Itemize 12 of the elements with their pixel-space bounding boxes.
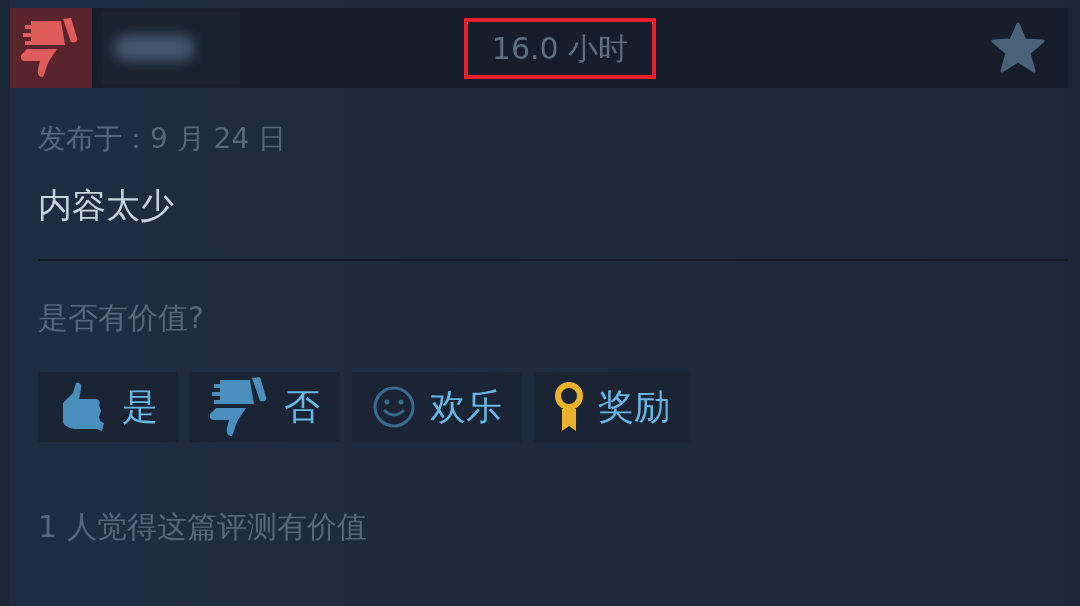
helpful-count: 1 人觉得这篇评测有价值 — [38, 508, 368, 546]
vote-button[interactable]: 欢乐 — [352, 372, 522, 442]
vote-button[interactable]: 奖励 — [534, 372, 690, 442]
helpful-prompt: 是否有价值? — [38, 299, 205, 337]
vote-button[interactable]: 否 — [190, 372, 340, 442]
vote-button[interactable]: 是 — [38, 372, 178, 442]
star-icon[interactable] — [990, 22, 1046, 74]
playtime-hours: 16.0 小时 — [463, 17, 657, 79]
smiley-icon — [372, 385, 416, 429]
review-text: 内容太少 — [38, 184, 175, 227]
posted-date: 发布于：9 月 24 日 — [38, 121, 288, 157]
medal-icon — [554, 381, 584, 433]
